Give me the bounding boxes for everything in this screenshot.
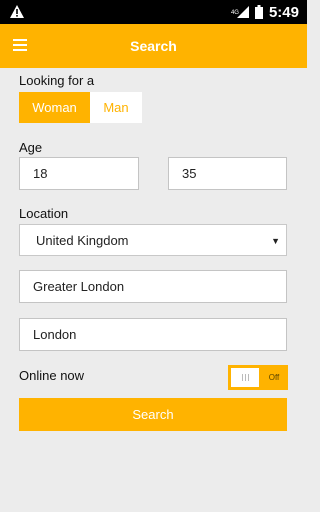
age-min-input[interactable]: 18 xyxy=(19,157,139,190)
dropdown-caret-icon: ▼ xyxy=(271,236,280,246)
online-now-label: Online now xyxy=(19,368,85,383)
battery-icon xyxy=(254,5,263,19)
signal-icon xyxy=(236,6,249,18)
region-input[interactable]: Greater London xyxy=(19,270,287,303)
city-input[interactable]: London xyxy=(19,318,287,351)
app-bar: Search xyxy=(0,24,307,68)
toggle-thumb xyxy=(231,368,259,387)
age-max-input[interactable]: 35 xyxy=(168,157,287,190)
search-button[interactable]: Search xyxy=(19,398,287,431)
country-select[interactable]: United Kingdom ▼ xyxy=(19,224,287,256)
clock: 5:49 xyxy=(268,3,299,21)
toggle-state-label: Off xyxy=(268,373,280,382)
online-now-toggle[interactable]: Off xyxy=(228,365,288,390)
warning-icon xyxy=(10,5,24,18)
page-title: Search xyxy=(130,38,177,54)
country-select-value: United Kingdom xyxy=(36,232,129,248)
status-bar: 4G 5:49 xyxy=(0,0,307,24)
age-label: Age xyxy=(19,140,43,155)
gender-option-man[interactable]: Man xyxy=(90,92,142,123)
gender-option-woman[interactable]: Woman xyxy=(19,92,90,123)
location-label: Location xyxy=(19,206,69,221)
looking-for-label: Looking for a xyxy=(19,73,95,88)
